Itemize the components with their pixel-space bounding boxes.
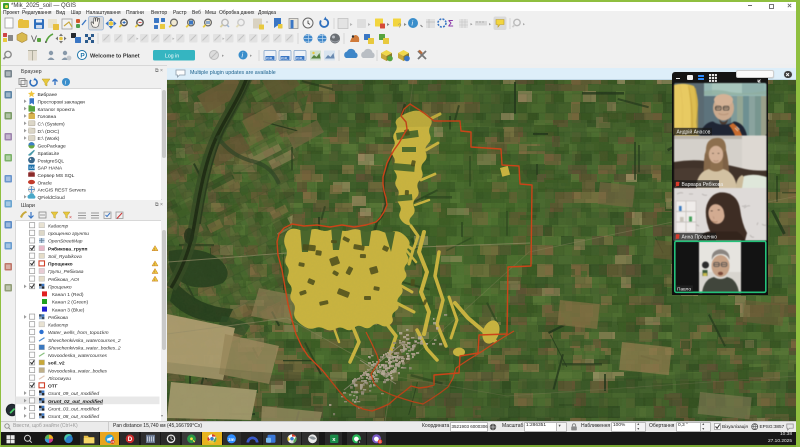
svg-text:Анна Проценко: Анна Проценко: [682, 234, 718, 240]
svg-text:zm: zm: [228, 436, 234, 441]
svg-text:Андрій Анасов: Андрій Анасов: [677, 128, 711, 135]
svg-text:D: D: [128, 436, 133, 443]
svg-text:11: 11: [379, 439, 382, 443]
svg-text:Павло: Павло: [677, 286, 691, 292]
svg-text:Варвара Рябікова: Варвара Рябікова: [682, 182, 724, 188]
